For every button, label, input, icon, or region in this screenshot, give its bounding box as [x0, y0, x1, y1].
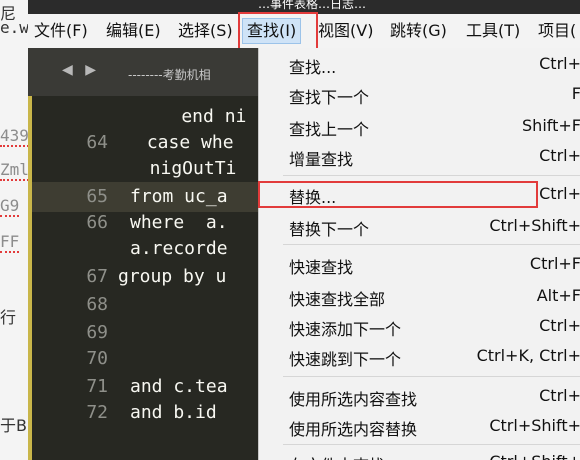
- window-title: …事件表格…日志…: [258, 0, 367, 11]
- menu-item-label: 查找...: [289, 58, 337, 77]
- menu-item-label: 使用所选内容查找: [289, 390, 418, 409]
- background-window: 尼 e.w 439 Zml G9 FF 行 于B: [0, 0, 30, 460]
- menu-item-shortcut: Ctrl+Shift+: [489, 216, 580, 235]
- menu-item-label: 快速跳到下一个: [289, 350, 402, 369]
- menu-item-shortcut: Ctrl+: [539, 386, 580, 405]
- tab-bar: ◀ ▶ --------考勤机相: [28, 48, 258, 96]
- bg-fragment: Zml: [0, 160, 29, 181]
- code-line: where a.: [130, 212, 228, 233]
- menu-item-quick-find[interactable]: 快速查找 Ctrl+F: [259, 250, 580, 280]
- menu-item-shortcut: Ctrl+Shift+: [489, 416, 580, 435]
- menu-project[interactable]: 项目(: [538, 20, 576, 42]
- menu-item-shortcut: F: [459, 84, 580, 103]
- menu-item-shortcut: Ctrl+: [539, 54, 580, 73]
- menu-item-shortcut: Shift+F: [522, 116, 580, 135]
- menu-item-quick-add-next[interactable]: 快速添加下一个 Ctrl+: [259, 312, 580, 342]
- bg-fragment: 439: [0, 126, 29, 147]
- menu-item-label: 查找下一个: [289, 88, 370, 107]
- menu-item-label: 增量查找: [289, 150, 354, 169]
- line-number: 66: [86, 212, 108, 233]
- code-line: and c.tea: [130, 376, 228, 397]
- menu-separator: [283, 444, 580, 445]
- menu-file[interactable]: 文件(F): [34, 20, 88, 42]
- menu-view[interactable]: 视图(V): [318, 20, 373, 42]
- menu-separator: [283, 244, 580, 245]
- line-number: 67: [86, 266, 108, 287]
- menu-separator: [283, 376, 580, 377]
- line-number: 69: [86, 322, 108, 343]
- menu-item-find[interactable]: 查找... Ctrl+: [259, 50, 580, 80]
- code-line: group by u: [118, 266, 227, 287]
- menu-item-find-previous[interactable]: 查找上一个 Shift+F: [259, 112, 580, 142]
- menu-selection[interactable]: 选择(S): [178, 20, 233, 42]
- code-line: nigOutTi: [128, 158, 237, 179]
- menu-item-quick-skip-next[interactable]: 快速跳到下一个 Ctrl+K, Ctrl+: [259, 342, 580, 372]
- tab-title[interactable]: --------考勤机相: [128, 66, 211, 83]
- menu-item-use-selection-for-replace[interactable]: 使用所选内容替换 Ctrl+Shift+: [259, 412, 580, 442]
- bg-fragment: 于B: [0, 416, 27, 435]
- menu-item-label: 快速查找: [289, 258, 354, 277]
- menu-item-label: 在文件中查找...: [289, 452, 400, 460]
- code-line: a.recorde: [130, 238, 228, 259]
- menu-edit[interactable]: 编辑(E): [106, 20, 161, 42]
- menu-item-shortcut: Ctrl+F: [529, 254, 580, 273]
- line-number: 64: [86, 132, 108, 153]
- menu-item-find-next[interactable]: 查找下一个 F: [259, 80, 580, 110]
- modified-gutter-marker: [28, 96, 32, 460]
- line-number: 72: [86, 402, 108, 423]
- menu-item-label: 使用所选内容替换: [289, 420, 418, 439]
- code-line: from uc_a: [130, 186, 228, 207]
- tab-scroll-arrows-icon[interactable]: ◀ ▶: [62, 62, 100, 78]
- menu-separator: [283, 175, 580, 176]
- code-line: case whe: [136, 132, 234, 153]
- bg-fragment: G9: [0, 196, 20, 217]
- menu-item-shortcut: Ctrl+: [539, 316, 580, 335]
- menu-item-shortcut: Ctrl+Shift+: [459, 452, 580, 460]
- line-number: 70: [86, 348, 108, 369]
- menu-tools[interactable]: 工具(T): [466, 20, 520, 42]
- line-number: 68: [86, 294, 108, 315]
- menu-item-incremental-find[interactable]: 增量查找 Ctrl+: [259, 142, 580, 172]
- find-menu-dropdown: 查找... Ctrl+ 查找下一个 F 查找上一个 Shift+F 增量查找 C…: [258, 48, 580, 460]
- code-editor[interactable]: ◀ ▶ --------考勤机相 end ni 64 case whe nigO…: [28, 48, 258, 460]
- menu-item-use-selection-for-find[interactable]: 使用所选内容查找 Ctrl+: [259, 382, 580, 412]
- bg-fragment: FF: [0, 232, 20, 253]
- highlight-replace-item: [258, 181, 538, 208]
- line-number: 71: [86, 376, 108, 397]
- menu-item-label: 替换下一个: [289, 220, 370, 239]
- menu-item-label: 快速查找全部: [289, 290, 386, 309]
- menu-item-label: 快速添加下一个: [289, 320, 402, 339]
- menu-item-find-in-files[interactable]: 在文件中查找... Ctrl+Shift+: [259, 448, 580, 460]
- bg-fragment: 行: [0, 308, 17, 327]
- menu-item-shortcut: Ctrl+K, Ctrl+: [476, 346, 580, 365]
- menu-item-shortcut: Alt+F: [536, 286, 580, 305]
- code-line: and b.id: [130, 402, 217, 423]
- menu-item-quick-find-all[interactable]: 快速查找全部 Alt+F: [259, 282, 580, 312]
- menu-item-label: 查找上一个: [289, 120, 370, 139]
- menu-item-shortcut: Ctrl+: [539, 146, 580, 165]
- code-line: end ni: [138, 106, 247, 127]
- line-number: 65: [86, 186, 108, 207]
- menu-goto[interactable]: 跳转(G): [390, 20, 447, 42]
- menu-item-replace-next[interactable]: 替换下一个 Ctrl+Shift+: [259, 212, 580, 242]
- bg-fragment: e.w: [0, 18, 29, 37]
